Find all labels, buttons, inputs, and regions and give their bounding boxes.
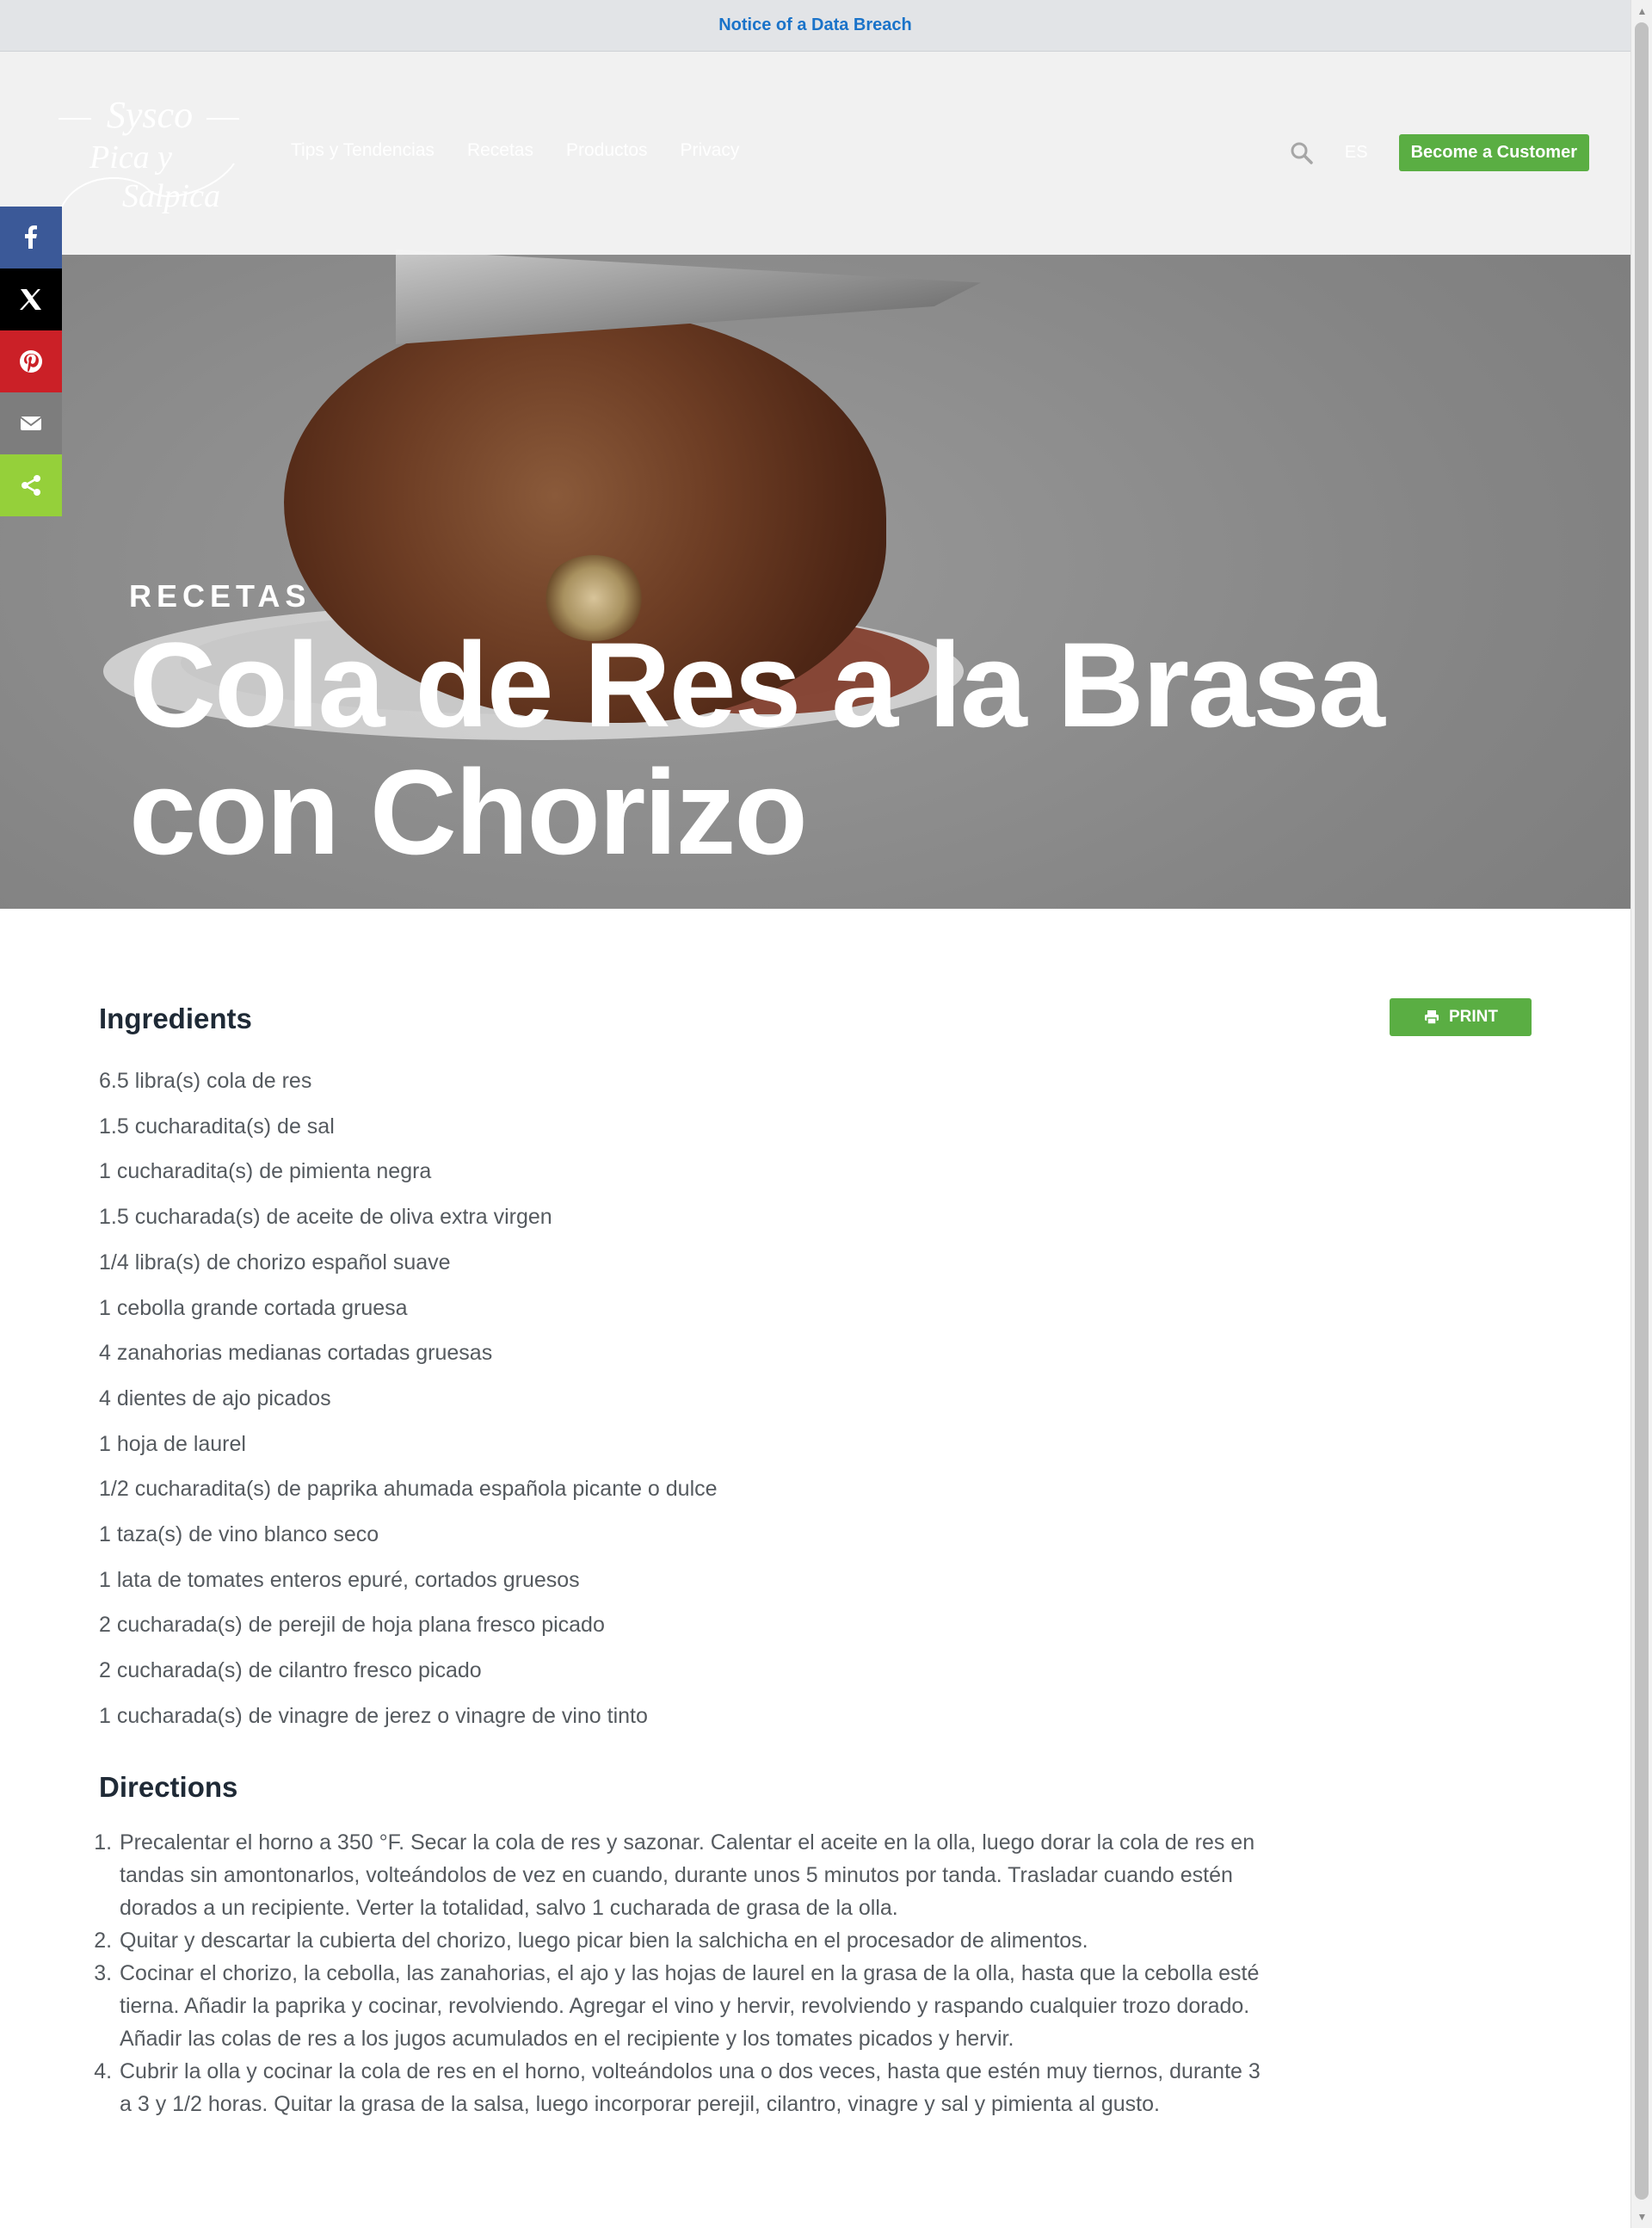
printer-icon [1425, 1010, 1439, 1025]
site-header: Sysco Pica y Salpica Tips y Tendencias R… [0, 52, 1630, 255]
logo-brand: Sysco [107, 94, 193, 136]
scroll-up-arrow-icon[interactable]: ▲ [1631, 2, 1652, 21]
share-pinterest-button[interactable] [0, 330, 62, 392]
direction-step: Precalentar el horno a 350 °F. Secar la … [118, 1826, 1269, 1924]
main-nav: Tips y Tendencias Recetas Productos Priv… [291, 140, 739, 161]
direction-step: Quitar y descartar la cubierta del chori… [118, 1924, 1269, 1957]
data-breach-link[interactable]: Notice of a Data Breach [718, 15, 912, 35]
print-button[interactable]: PRINT [1390, 998, 1532, 1036]
search-icon[interactable] [1290, 141, 1314, 165]
ingredient-item: 1 cucharada(s) de vinagre de jerez o vin… [99, 1703, 648, 1728]
scroll-thumb[interactable] [1635, 22, 1649, 2200]
facebook-icon [25, 225, 37, 249]
ingredient-item: 1/2 cucharadita(s) de paprika ahumada es… [99, 1477, 718, 1502]
share-icon [22, 475, 40, 496]
logo[interactable]: Sysco Pica y Salpica [53, 86, 251, 224]
directions-list: Precalentar el horno a 350 °F. Secar la … [99, 1826, 1269, 2120]
pinterest-icon [20, 350, 42, 373]
vertical-scrollbar[interactable]: ▲ ▼ [1630, 0, 1652, 2228]
ingredient-item: 2 cucharada(s) de perejil de hoja plana … [99, 1613, 605, 1638]
ingredient-item: 4 zanahorias medianas cortadas gruesas [99, 1341, 493, 1366]
ingredient-item: 2 cucharada(s) de cilantro fresco picado [99, 1658, 482, 1683]
notice-bar: Notice of a Data Breach [0, 0, 1630, 52]
share-more-button[interactable] [0, 454, 62, 516]
logo-icon: Sysco Pica y Salpica [59, 94, 239, 214]
ingredient-list: 6.5 libra(s) cola de res 1.5 cucharadita… [99, 1058, 718, 1739]
ingredient-item: 4 dientes de ajo picados [99, 1386, 331, 1410]
nav-item-tips[interactable]: Tips y Tendencias [291, 140, 435, 161]
ingredient-item: 1 hoja de laurel [99, 1431, 246, 1456]
ingredient-item: 1 cucharadita(s) de pimienta negra [99, 1159, 432, 1184]
language-switch[interactable]: ES [1345, 143, 1368, 163]
hero-kicker: RECETAS [129, 578, 311, 614]
ingredient-item: 1.5 cucharada(s) de aceite de oliva extr… [99, 1205, 552, 1230]
ingredient-item: 1.5 cucharadita(s) de sal [99, 1114, 335, 1139]
nav-item-recetas[interactable]: Recetas [467, 140, 533, 161]
nav-item-privacy[interactable]: Privacy [681, 140, 740, 161]
ingredients-heading: Ingredients [99, 1003, 252, 1034]
ingredient-item: 1 cebolla grande cortada gruesa [99, 1295, 408, 1320]
email-icon [20, 417, 42, 430]
ingredient-item: 6.5 libra(s) cola de res [99, 1069, 312, 1093]
share-email-button[interactable] [0, 392, 62, 454]
page: RECETAS Cola de Res a la Brasa con Chori… [0, 0, 1630, 2228]
page-title: Cola de Res a la Brasa con Chorizo [129, 617, 1385, 879]
direction-step: Cocinar el chorizo, la cebolla, las zana… [118, 1957, 1269, 2055]
share-facebook-button[interactable] [0, 207, 62, 268]
direction-step: Cubrir la olla y cocinar la cola de res … [118, 2055, 1269, 2120]
share-bar [0, 207, 62, 516]
x-icon [20, 289, 41, 310]
become-customer-button[interactable]: Become a Customer [1398, 134, 1589, 171]
header-actions: ES Become a Customer [1290, 134, 1589, 171]
nav-item-productos[interactable]: Productos [566, 140, 648, 161]
print-label: PRINT [1449, 1008, 1498, 1026]
share-x-button[interactable] [0, 268, 62, 330]
scroll-down-arrow-icon[interactable]: ▼ [1631, 2207, 1652, 2226]
logo-line1: Pica y [89, 139, 172, 176]
ingredient-item: 1/4 libra(s) de chorizo español suave [99, 1250, 451, 1274]
ingredient-item: 1 taza(s) de vino blanco seco [99, 1522, 379, 1547]
directions-heading: Directions [99, 1771, 238, 1803]
ingredient-item: 1 lata de tomates enteros epuré, cortado… [99, 1567, 580, 1592]
